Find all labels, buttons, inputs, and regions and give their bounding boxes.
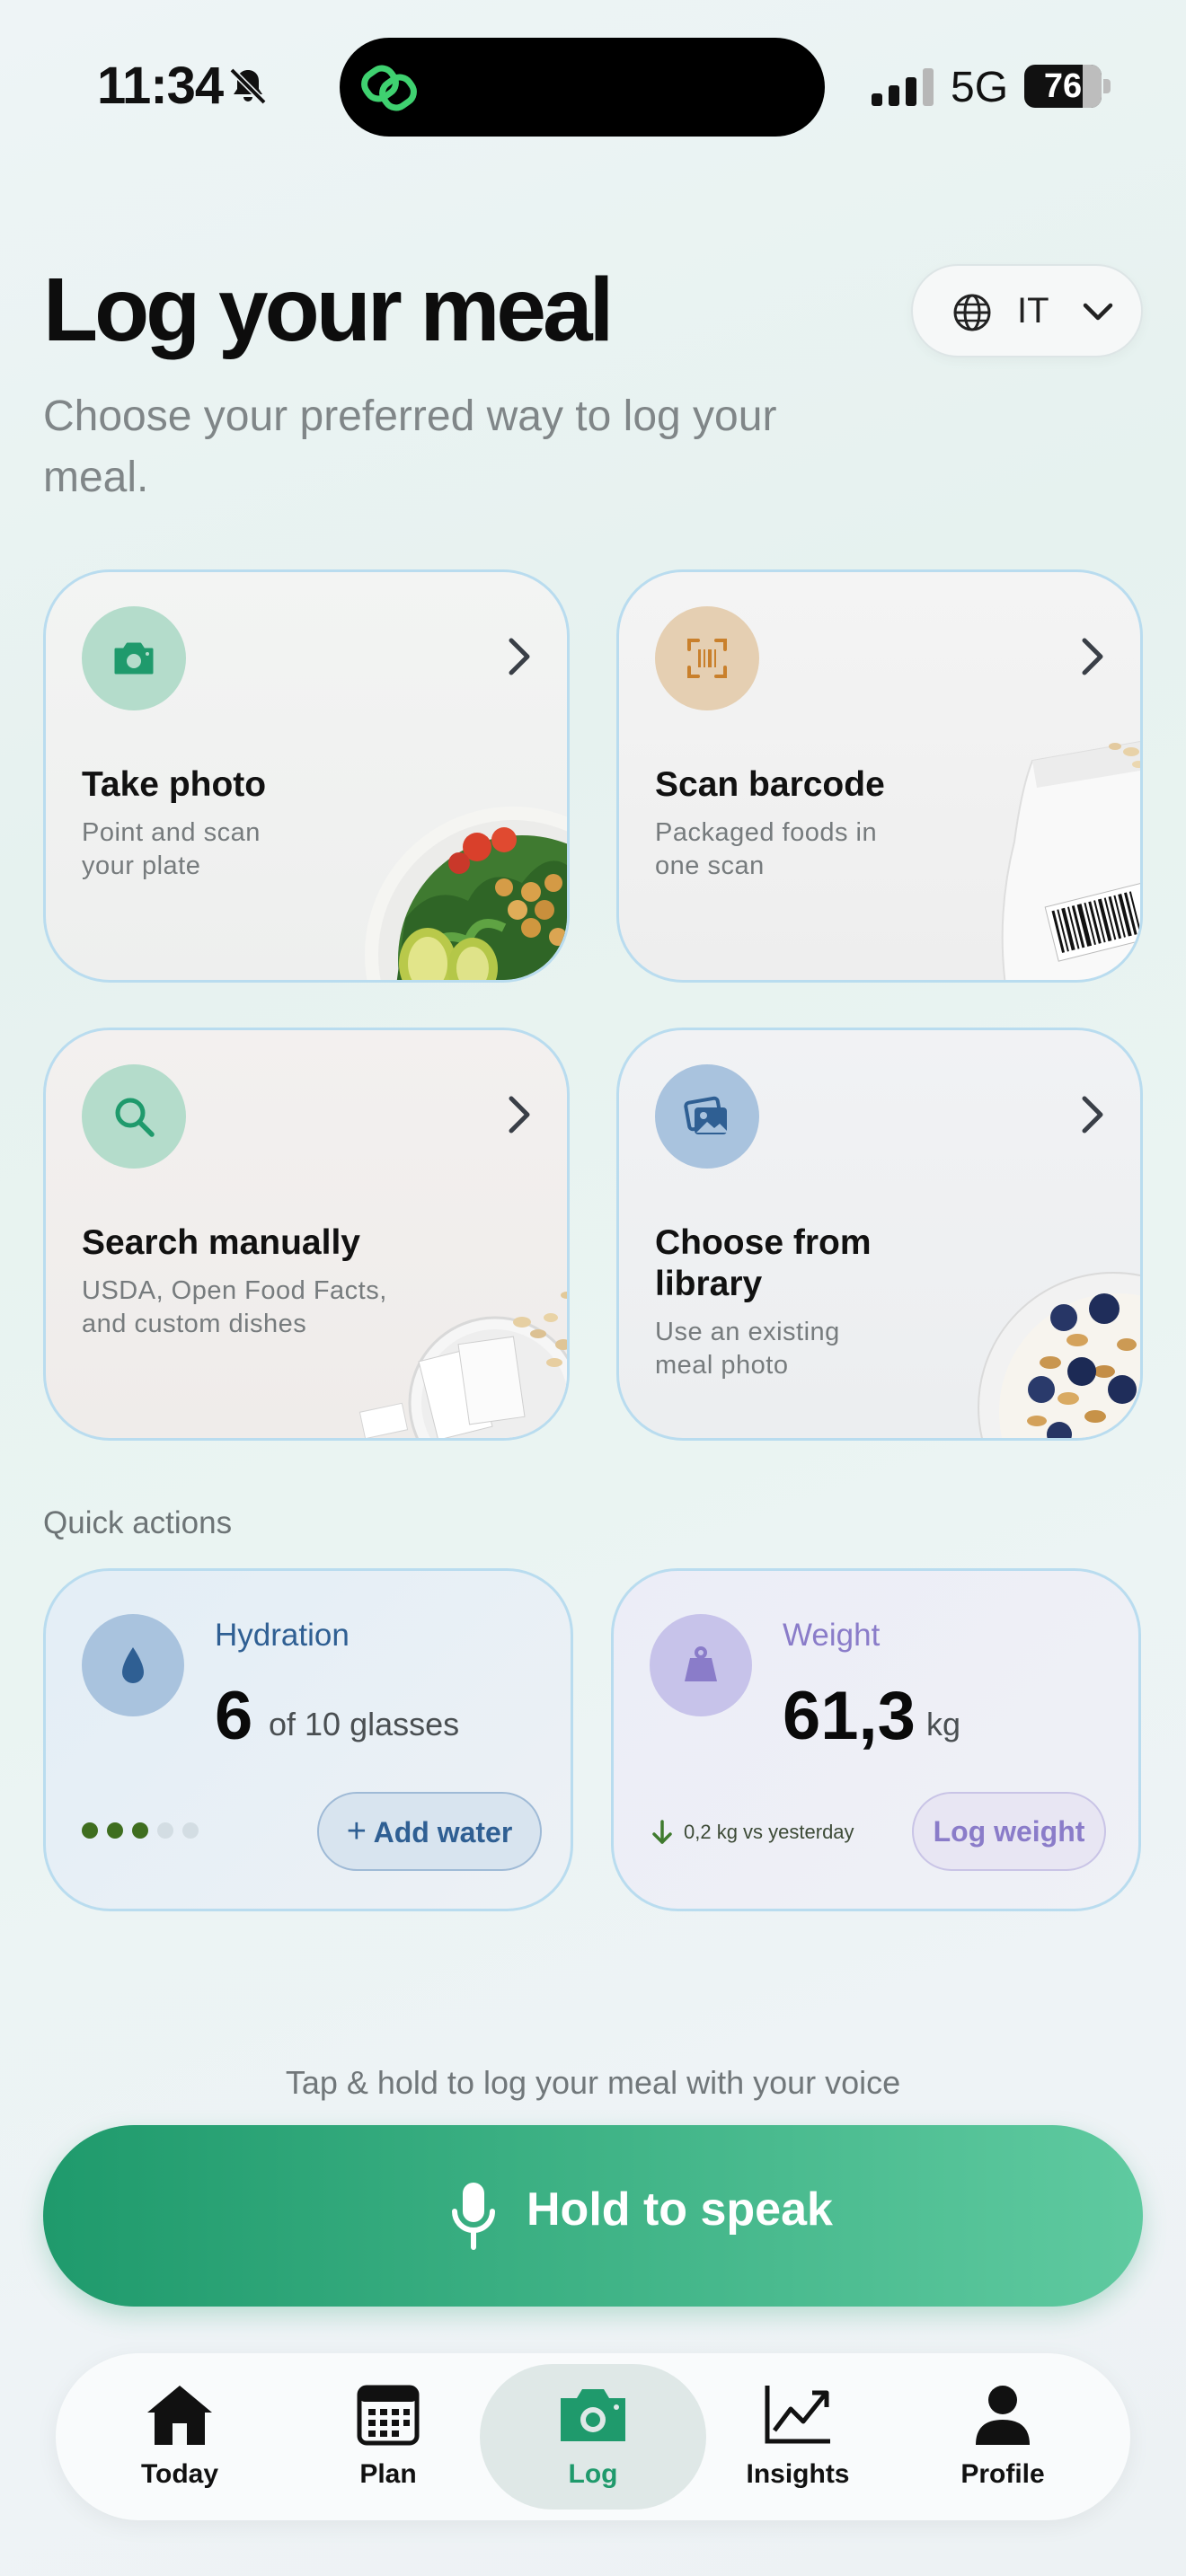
tab-plan[interactable]: Plan (280, 2353, 496, 2520)
tab-today[interactable]: Today (72, 2353, 288, 2520)
chevron-right-icon (509, 1096, 530, 1134)
weight-title: Weight (783, 1618, 881, 1653)
card-title: Choose from library (655, 1223, 872, 1303)
progress-dot (157, 1822, 173, 1839)
weight-change: 0,2 kg vs yesterday (684, 1821, 854, 1843)
tab-label: Today (140, 2459, 219, 2489)
card-description: Packaged foods in one scan (655, 818, 878, 880)
tab-log[interactable]: Log (485, 2353, 701, 2520)
log-weight-button[interactable]: Log weight (912, 1792, 1106, 1871)
calendar-icon (357, 2385, 420, 2446)
choose-from-library-card[interactable]: Choose from library Use an existing meal… (616, 1028, 1143, 1441)
voice-hint: Tap & hold to log your meal with your vo… (285, 2064, 901, 2101)
progress-dot (107, 1822, 123, 1839)
card-title: Search manually (82, 1223, 360, 1262)
bell-muted-icon (229, 67, 267, 105)
tab-bar: Today Plan Log Insights Profile (56, 2353, 1130, 2520)
add-water-label: Add water (373, 1816, 513, 1848)
battery-level: 76 (1043, 67, 1083, 105)
yogurt-bowl-image (978, 1272, 1140, 1438)
arrow-down-icon (652, 1820, 672, 1844)
progress-dot (182, 1822, 199, 1839)
page-subtitle: Choose your preferred way to log your me… (43, 393, 777, 501)
progress-dot (132, 1822, 148, 1839)
quick-actions-label: Quick actions (43, 1505, 233, 1540)
hydration-progress (82, 1822, 208, 1840)
language-code: IT (1017, 291, 1049, 331)
tab-insights[interactable]: Insights (690, 2353, 906, 2520)
page-title: Log your meal (43, 260, 614, 360)
chart-icon (765, 2386, 830, 2444)
log-weight-label: Log weight (933, 1815, 1085, 1848)
weight-card: Weight 61,3 kg 0,2 kg vs yesterday Log w… (611, 1568, 1141, 1911)
camera-icon (82, 606, 186, 710)
hydration-title: Hydration (215, 1618, 350, 1653)
chevron-down-icon (1083, 303, 1113, 321)
photos-icon (655, 1064, 759, 1169)
person-icon (976, 2386, 1030, 2445)
add-water-button[interactable]: + Add water (317, 1792, 542, 1871)
weight-unit: kg (926, 1706, 961, 1742)
status-bar: 11:34 5G 76 (0, 0, 1186, 171)
card-description: Point and scan your plate (82, 818, 261, 880)
scan-barcode-card[interactable]: Scan barcode Packaged foods in one scan (616, 569, 1143, 983)
plus-icon: + (346, 1813, 367, 1850)
packaged-food-image (1001, 741, 1140, 980)
barcode-icon (655, 606, 759, 710)
chevron-right-icon (1082, 638, 1103, 675)
card-title: Scan barcode (655, 765, 885, 804)
progress-dot (82, 1822, 98, 1839)
search-manually-card[interactable]: Search manually USDA, Open Food Facts, a… (43, 1028, 570, 1441)
cellular-signal-icon (872, 68, 934, 106)
dynamic-island (340, 38, 825, 137)
water-drop-icon (82, 1614, 184, 1716)
chevron-right-icon (1082, 1096, 1103, 1134)
take-photo-card[interactable]: Take photo Point and scan your plate (43, 569, 570, 983)
globe-icon (953, 294, 991, 331)
food-labels-image (358, 1292, 567, 1438)
camera-icon (561, 2389, 625, 2441)
network-type: 5G (951, 64, 1009, 111)
tab-label: Profile (960, 2459, 1045, 2489)
hold-to-speak-button[interactable]: Hold to speak (43, 2125, 1143, 2307)
microphone-icon (452, 2183, 495, 2250)
battery-icon: 76 (1024, 65, 1111, 108)
chevron-right-icon (509, 638, 530, 675)
tab-label: Log (568, 2459, 618, 2489)
tab-label: Plan (359, 2459, 417, 2489)
weight-value: 61,3 (783, 1678, 916, 1754)
language-selector[interactable]: IT (911, 264, 1143, 357)
weight-icon (650, 1614, 752, 1716)
hydration-unit: of 10 glasses (269, 1706, 460, 1742)
home-icon (147, 2386, 212, 2445)
tab-label: Insights (746, 2459, 850, 2489)
status-time: 11:34 (97, 57, 224, 115)
card-title: Take photo (82, 765, 267, 804)
link-icon (361, 65, 417, 111)
search-icon (82, 1064, 186, 1169)
hold-to-speak-label: Hold to speak (527, 2183, 833, 2236)
tab-profile[interactable]: Profile (895, 2353, 1111, 2520)
salad-bowl-image (365, 807, 567, 980)
card-description: Use an existing meal photo (655, 1318, 840, 1380)
hydration-card: Hydration 6 of 10 glasses + Add water (43, 1568, 573, 1911)
hydration-value: 6 (215, 1678, 253, 1754)
